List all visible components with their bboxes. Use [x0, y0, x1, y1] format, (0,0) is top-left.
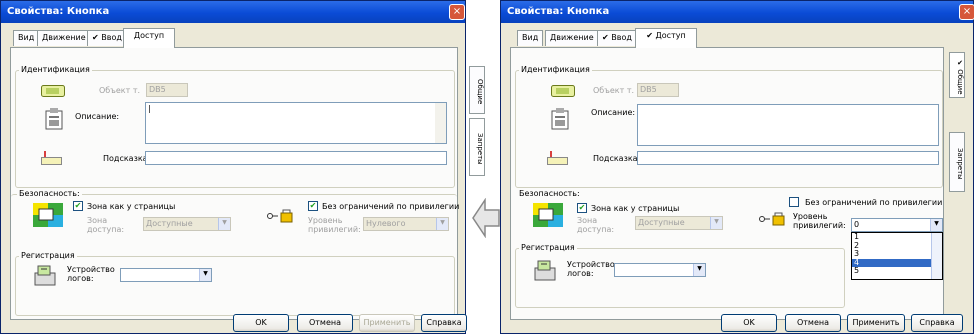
tab-access[interactable]: ✔ Доступ [635, 28, 697, 48]
zone-icon [33, 203, 63, 227]
registration-group [515, 248, 845, 308]
window-title: Свойства: Кнопка [507, 6, 610, 17]
apply-button[interactable]: Применить [847, 314, 905, 332]
no-privilege-label: Без ограничений по привилегии [322, 202, 460, 211]
tooltip-icon [41, 151, 62, 165]
log-device-select[interactable]: ▼ [120, 268, 212, 282]
help-button[interactable]: Справка [911, 314, 963, 332]
tag-icon [551, 85, 575, 97]
zone-select-value: Доступные [638, 218, 685, 227]
description-textarea[interactable] [637, 104, 939, 146]
chevron-down-icon: ▼ [693, 264, 705, 276]
ok-button[interactable]: OK [721, 314, 777, 332]
access-panel: Общие Запреты Идентификация Объект т. DB… [10, 47, 485, 320]
zone-checkbox[interactable]: ✔ [577, 203, 587, 213]
list-item[interactable]: 5 [852, 266, 942, 276]
tab-input[interactable]: ✔ Ввод [87, 30, 127, 46]
log-device-select[interactable]: ▼ [614, 263, 706, 277]
security-title: Безопасность: [517, 189, 582, 198]
no-privilege-checkbox[interactable]: ✔ [308, 201, 318, 211]
security-title: Безопасность: [17, 189, 82, 198]
chevron-down-icon: ▼ [930, 219, 942, 231]
description-label: Описание: [591, 108, 636, 117]
tooltip-label: Подсказка: [103, 154, 151, 163]
list-scrollbar[interactable] [931, 233, 942, 279]
no-privilege-checkbox[interactable] [789, 197, 799, 207]
privilege-level-select[interactable]: 0 ▼ [851, 218, 943, 232]
chevron-down-icon: ▼ [199, 269, 211, 281]
list-item[interactable]: 2 [852, 241, 942, 251]
help-button[interactable]: Справка [421, 314, 467, 332]
document-icon [551, 108, 569, 130]
object-label: Объект т. [593, 86, 635, 95]
privilege-level-select: Нулевого ▼ [363, 217, 449, 231]
chevron-down-icon: ▼ [218, 218, 230, 230]
tooltip-label: Подсказка: [593, 154, 641, 163]
list-item-selected[interactable]: 4 [852, 258, 942, 267]
list-item[interactable]: 3 [852, 249, 942, 259]
title-bar: Свойства: Кнопка [1, 1, 465, 23]
zone-checkbox-label: Зона как у страницы [87, 202, 176, 211]
tab-access[interactable]: Доступ [123, 28, 175, 48]
tooltip-icon [547, 151, 568, 165]
no-privilege-label: Без ограничений по привилегии [805, 198, 943, 207]
tab-input[interactable]: ✔ Ввод [597, 30, 637, 46]
ok-button[interactable]: OK [233, 314, 289, 332]
access-panel: ✔ Общие Запреты Идентификация Объект т. … [510, 47, 965, 320]
tooltip-field[interactable] [145, 151, 447, 165]
logging-device-icon [534, 260, 556, 281]
properties-dialog-left: Свойства: Кнопка × Вид Движение ✔ Ввод Д… [0, 0, 485, 334]
tooltip-field[interactable] [637, 151, 939, 165]
tab-motion[interactable]: Движение [545, 30, 599, 46]
privilege-level-list[interactable]: 1 2 3 4 5 [851, 232, 943, 280]
identification-title: Идентификация [19, 65, 92, 74]
zone-select-value: Доступные [146, 219, 193, 228]
description-label: Описание: [75, 112, 120, 121]
close-button[interactable]: × [449, 4, 465, 20]
zone-select: Доступные ▼ [635, 216, 723, 230]
description-textarea[interactable]: | [145, 102, 447, 144]
registration-title: Регистрация [519, 243, 577, 252]
document-icon [45, 108, 63, 130]
logging-device-icon [34, 265, 56, 286]
zone-checkbox[interactable]: ✔ [73, 201, 83, 211]
apply-button: Применить [359, 314, 415, 332]
key-lock-icon [267, 209, 293, 223]
log-device-label: Устройство логов: [67, 265, 115, 283]
side-tab-general[interactable]: ✔ Общие [949, 52, 965, 98]
chevron-down-icon: ▼ [710, 217, 722, 229]
tab-motion[interactable]: Движение [37, 30, 91, 46]
zone-checkbox-label: Зона как у страницы [591, 204, 680, 213]
privilege-level-value: Нулевого [366, 219, 406, 228]
zone-select: Доступные ▼ [143, 217, 231, 231]
side-tab-general[interactable]: Общие [469, 66, 485, 114]
chevron-down-icon: ▼ [436, 218, 448, 230]
tag-icon [41, 85, 65, 97]
cancel-button[interactable]: Отмена [297, 314, 353, 332]
side-tab-restrictions[interactable]: Запреты [469, 118, 485, 176]
cancel-button[interactable]: Отмена [785, 314, 841, 332]
zone-label: Зона доступа: [577, 216, 615, 234]
privilege-level-label: Уровень привилегий: [308, 216, 361, 234]
privilege-level-label: Уровень привилегий: [793, 212, 846, 230]
properties-dialog-right: Свойства: Кнопка × Вид Движение ✔ Ввод ✔… [500, 0, 974, 334]
close-button[interactable]: × [959, 4, 974, 20]
privilege-level-value: 0 [854, 220, 860, 229]
back-arrow-icon [472, 198, 500, 238]
object-field: DB5 [146, 83, 188, 97]
registration-title: Регистрация [19, 251, 77, 260]
list-item[interactable]: 1 [852, 232, 942, 242]
zone-icon [533, 203, 563, 227]
object-field: DB5 [637, 83, 679, 97]
key-lock-icon [759, 212, 785, 226]
object-label: Объект т. [99, 86, 141, 95]
window-title: Свойства: Кнопка [7, 6, 110, 17]
zone-label: Зона доступа: [87, 216, 125, 234]
tab-view[interactable]: Вид [13, 30, 40, 46]
side-tab-restrictions[interactable]: Запреты [949, 132, 965, 192]
tab-view[interactable]: Вид [517, 30, 544, 46]
title-bar: Свойства: Кнопка [501, 1, 973, 23]
description-scrollbar[interactable] [435, 103, 446, 143]
identification-title: Идентификация [519, 65, 592, 74]
